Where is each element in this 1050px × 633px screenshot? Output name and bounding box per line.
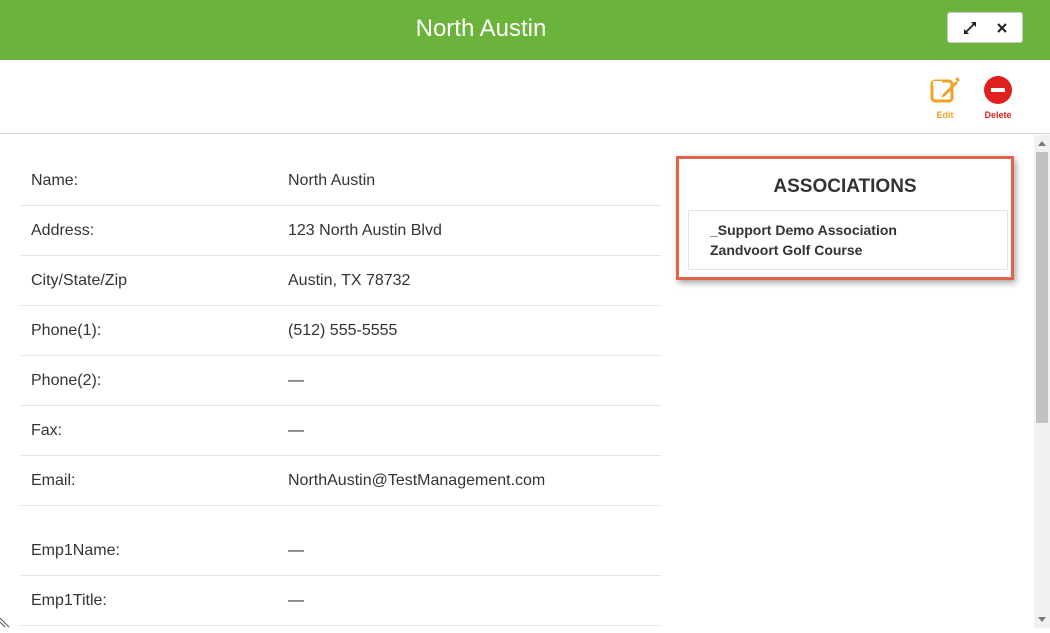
detail-row-address: Address: 123 North Austin Blvd — [21, 206, 661, 256]
detail-row-phone2: Phone(2): — — [21, 356, 661, 406]
phone1-value: (512) 555-5555 — [288, 322, 398, 339]
edit-button[interactable]: Edit — [923, 75, 967, 120]
phone2-label: Phone(2): — [31, 372, 102, 389]
emp1-name-label: Emp1Name: — [31, 542, 120, 559]
detail-row-phone1: Phone(1): (512) 555-5555 — [21, 306, 661, 356]
associations-list: _Support Demo Association Zandvoort Golf… — [688, 210, 1008, 270]
window-controls — [947, 12, 1023, 43]
detail-row-emp1-name: Emp1Name: — — [21, 526, 661, 576]
city-state-zip-value: Austin, TX 78732 — [288, 272, 411, 289]
emp1-title-label: Emp1Title: — [31, 592, 107, 609]
phone1-label: Phone(1): — [31, 322, 102, 339]
address-value: 123 North Austin Blvd — [288, 222, 442, 239]
title-bar: North Austin — [0, 0, 1050, 60]
detail-row-city-state-zip: City/State/Zip Austin, TX 78732 — [21, 256, 661, 306]
emp1-title-value: — — [288, 592, 304, 609]
close-icon[interactable] — [994, 20, 1010, 36]
scroll-up-arrow-icon[interactable] — [1038, 141, 1046, 146]
expand-icon[interactable] — [962, 20, 978, 36]
edit-label: Edit — [936, 110, 954, 120]
association-item[interactable]: Zandvoort Golf Course — [710, 242, 862, 258]
email-label: Email: — [31, 472, 76, 489]
scroll-down-arrow-icon[interactable] — [1038, 617, 1046, 622]
window-title: North Austin — [415, 15, 547, 42]
action-toolbar: Edit Delete — [0, 60, 1050, 134]
name-label: Name: — [31, 172, 79, 189]
resize-grip-icon[interactable] — [0, 614, 12, 628]
detail-row-emp1-title: Emp1Title: — — [21, 576, 661, 626]
email-value: NorthAustin@TestManagement.com — [288, 472, 546, 489]
delete-button[interactable]: Delete — [976, 75, 1020, 120]
associations-title: ASSOCIATIONS — [773, 176, 917, 197]
detail-row-fax: Fax: — — [21, 406, 661, 456]
detail-row-email: Email: NorthAustin@TestManagement.com — [21, 456, 661, 506]
edit-icon — [930, 77, 960, 109]
name-value: North Austin — [288, 172, 376, 189]
content-area: Name: North Austin Address: 123 North Au… — [0, 135, 1034, 628]
details-list: Name: North Austin Address: 123 North Au… — [21, 156, 661, 626]
delete-icon — [983, 76, 1013, 109]
city-state-zip-label: City/State/Zip — [31, 272, 128, 289]
associations-panel: ASSOCIATIONS _Support Demo Association Z… — [676, 156, 1014, 280]
association-item[interactable]: _Support Demo Association — [710, 222, 897, 238]
phone2-value: — — [288, 372, 304, 389]
fax-value: — — [288, 422, 304, 439]
fax-label: Fax: — [31, 422, 63, 439]
vertical-scrollbar[interactable] — [1034, 135, 1050, 628]
address-label: Address: — [31, 222, 95, 239]
scrollbar-thumb[interactable] — [1036, 152, 1048, 423]
emp1-name-value: — — [288, 542, 304, 559]
delete-label: Delete — [984, 110, 1012, 120]
detail-row-name: Name: North Austin — [21, 156, 661, 206]
